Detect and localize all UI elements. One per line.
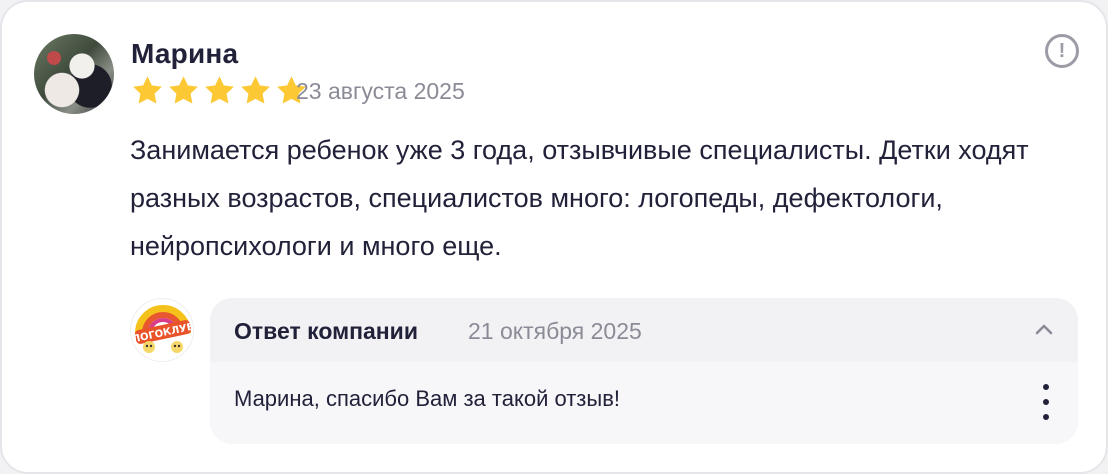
author-avatar[interactable] xyxy=(34,34,114,114)
reply-title: Ответ компании xyxy=(234,318,418,344)
logoclub-logo-icon: ЛОГОКЛУБ xyxy=(131,299,193,361)
exclamation-circle-icon[interactable]: ! xyxy=(1045,34,1079,68)
vertical-dots-icon[interactable] xyxy=(1038,384,1054,420)
rating-stars xyxy=(131,75,308,105)
review-date: 23 августа 2025 xyxy=(296,78,465,104)
author-name[interactable]: Марина xyxy=(131,38,238,70)
star-icon xyxy=(205,76,234,104)
company-reply: Ответ компании 21 октября 2025 Марина, с… xyxy=(210,298,1078,444)
star-icon xyxy=(241,76,270,104)
star-icon xyxy=(169,76,198,104)
review-card: Марина 23 августа 2025 ! Занимается ребе… xyxy=(0,0,1108,474)
reply-date: 21 октября 2025 xyxy=(468,318,642,344)
reply-body: Марина, спасибо Вам за такой отзыв! xyxy=(210,362,1078,444)
company-logo[interactable]: ЛОГОКЛУБ xyxy=(130,298,194,362)
reply-text: Марина, спасибо Вам за такой отзыв! xyxy=(234,386,621,411)
chevron-up-icon[interactable] xyxy=(1032,318,1056,342)
star-icon xyxy=(133,76,162,104)
review-text: Занимается ребенок уже 3 года, отзывчивы… xyxy=(130,135,1029,261)
